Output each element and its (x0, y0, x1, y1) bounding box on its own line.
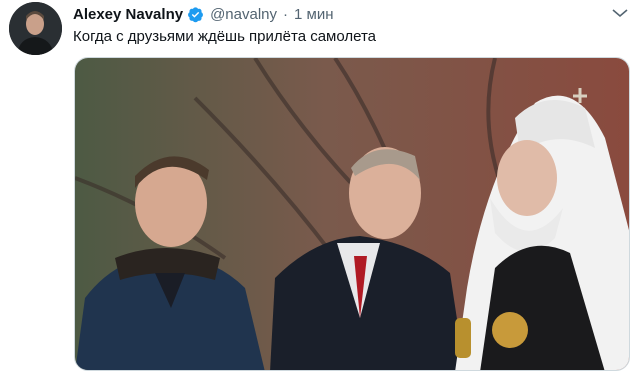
tweet-header: Alexey Navalny @navalny · 1 мин (73, 4, 334, 24)
photo-image (75, 58, 629, 370)
author-handle[interactable]: @navalny (210, 6, 277, 23)
author-avatar[interactable] (9, 2, 62, 55)
tweet-text: Когда с друзьями ждёшь прилёта самолета (73, 28, 377, 45)
more-options-icon[interactable] (611, 6, 629, 20)
separator-dot: · (283, 5, 289, 23)
verified-badge-icon (188, 6, 204, 22)
tweet[interactable]: Alexey Navalny @navalny · 1 мин Когда с … (0, 0, 640, 384)
author-name[interactable]: Alexey Navalny (73, 6, 183, 23)
avatar-photo-icon (9, 2, 62, 55)
tweet-photo[interactable] (74, 57, 630, 371)
tweet-timestamp[interactable]: 1 мин (294, 6, 334, 23)
